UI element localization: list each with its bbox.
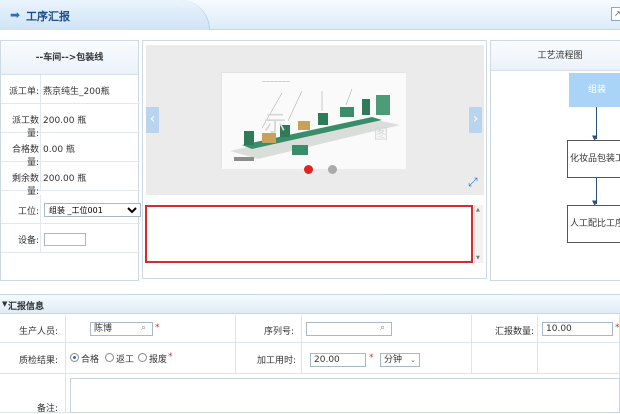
carousel-prev-button[interactable]: ‹ bbox=[146, 107, 159, 133]
process-time-input[interactable]: 20.00 bbox=[310, 353, 366, 367]
text-area-scrollbar[interactable]: ▲ ▼ bbox=[474, 205, 483, 263]
producer-label: 生产人员: bbox=[18, 327, 58, 337]
info-row-remaining-qty: 剩余数量: 200.00 瓶 bbox=[1, 162, 140, 197]
report-qty-input[interactable]: 10.00 bbox=[542, 322, 613, 336]
collapse-triangle-icon[interactable]: ▼ bbox=[2, 300, 7, 308]
serial-label: 序列号: bbox=[263, 327, 294, 337]
report-qty-label: 汇报数量: bbox=[494, 327, 534, 337]
qc-radio-pass[interactable] bbox=[70, 353, 79, 362]
qc-option-scrap: 报废 bbox=[149, 355, 168, 365]
carousel-dot-active[interactable] bbox=[304, 165, 313, 174]
remaining-qty-label: 剩余数量: bbox=[11, 174, 39, 197]
required-star: * bbox=[168, 352, 173, 362]
required-star: * bbox=[615, 323, 620, 333]
search-icon[interactable]: ⌕ bbox=[380, 323, 385, 333]
required-star: * bbox=[369, 353, 374, 363]
page-title: 工序汇报 bbox=[26, 10, 70, 23]
remark-textarea[interactable] bbox=[70, 378, 620, 413]
watermark-right: 图 bbox=[374, 127, 388, 143]
svg-text:———————: ——————— bbox=[262, 79, 290, 84]
qc-radio-scrap[interactable] bbox=[138, 353, 147, 362]
qc-radio-rework[interactable] bbox=[105, 353, 114, 362]
fullscreen-icon[interactable]: ⤢ bbox=[468, 175, 478, 190]
dispatch-value: 燕京纯生_200瓶 bbox=[43, 87, 110, 97]
remaining-qty-value: 200.00 瓶 bbox=[43, 174, 87, 184]
required-star: * bbox=[155, 323, 160, 333]
restore-window-button[interactable]: ↗ bbox=[611, 7, 620, 21]
carousel-next-button[interactable]: › bbox=[469, 107, 482, 133]
carousel-dot[interactable] bbox=[328, 165, 337, 174]
flow-step-packaging[interactable]: 化妆品包装工 bbox=[567, 140, 620, 178]
remark-label: 备注: bbox=[36, 404, 58, 414]
device-input[interactable] bbox=[44, 233, 86, 246]
station-label: 工位: bbox=[17, 207, 39, 217]
report-info-section-header[interactable]: ▼ 汇报信息 bbox=[0, 294, 620, 314]
process-flow-heading: 工艺流程图 bbox=[491, 41, 620, 71]
time-unit-select[interactable]: 分钟 ⌄ bbox=[380, 353, 420, 367]
watermark-left: 示 bbox=[264, 112, 286, 137]
qc-option-pass: 合格 bbox=[81, 355, 100, 365]
title-bar: ➡ 工序汇报 ↗ bbox=[0, 0, 620, 30]
info-row-qualified-qty: 合格数量: 0.00 瓶 bbox=[1, 133, 140, 168]
workshop-line-heading: --车间-->包装线 bbox=[1, 41, 138, 75]
qc-result-label: 质检结果: bbox=[18, 356, 58, 366]
production-line-image: ——————— 示 图 bbox=[221, 72, 406, 169]
station-select[interactable]: 组装 _工位001 bbox=[44, 203, 141, 217]
section-title: 汇报信息 bbox=[8, 302, 45, 312]
info-row-dispatch: 派工单: 燕京纯生_200瓶 bbox=[1, 75, 140, 104]
arrow-right-icon: ➡ bbox=[10, 8, 21, 22]
report-text-area[interactable] bbox=[145, 205, 473, 263]
workorder-info-panel: --车间-->包装线 派工单: 燕京纯生_200瓶 派工数量: 200.00 瓶… bbox=[0, 40, 141, 281]
report-form: 生产人员: 陈博 ⌕ * 序列号: ⌕ 汇报数量: 10.00 * 质检结果: … bbox=[0, 315, 620, 414]
process-time-label: 加工用时: bbox=[256, 356, 296, 366]
flow-step-mixing[interactable]: 人工配比工序 bbox=[567, 205, 620, 243]
search-icon[interactable]: ⌕ bbox=[141, 323, 146, 333]
dispatch-label: 派工单: bbox=[8, 87, 39, 97]
flow-step-start[interactable]: 组装 bbox=[569, 73, 620, 107]
qc-option-rework: 返工 bbox=[116, 355, 135, 365]
info-row-device: 设备: bbox=[1, 224, 140, 253]
dispatch-qty-value: 200.00 瓶 bbox=[43, 116, 87, 126]
production-line-illustration: ——————— 示 图 bbox=[222, 73, 406, 169]
info-row-dispatch-qty: 派工数量: 200.00 瓶 bbox=[1, 104, 140, 139]
device-label: 设备: bbox=[17, 236, 39, 246]
qualified-qty-value: 0.00 瓶 bbox=[43, 145, 75, 155]
info-row-station: 工位: 组装 _工位001 bbox=[1, 195, 141, 224]
